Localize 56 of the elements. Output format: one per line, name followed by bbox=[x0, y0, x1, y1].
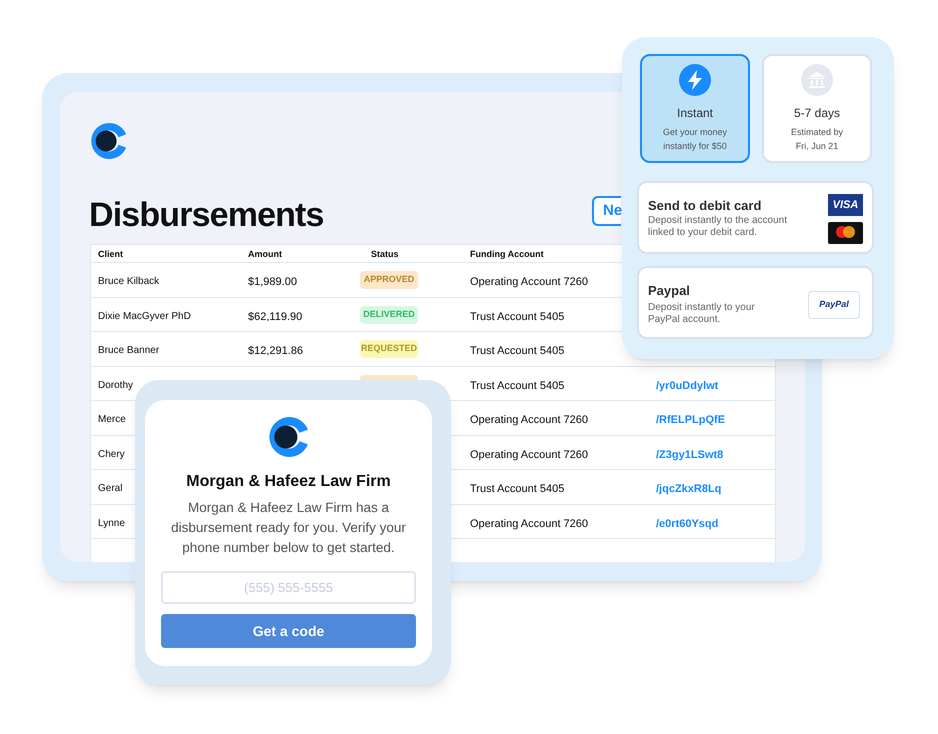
bank-icon bbox=[801, 64, 833, 96]
column-header: Client bbox=[98, 248, 124, 261]
table-cell-text: Geral bbox=[98, 482, 122, 496]
visa-logo: VISA bbox=[828, 194, 863, 216]
table-cell-text: $12,291.86 bbox=[248, 344, 304, 359]
column-header: Funding Account bbox=[470, 248, 544, 261]
table-cell-text: $62,119.90 bbox=[248, 310, 302, 324]
link[interactable]: /yr0uDdylwt bbox=[656, 378, 718, 394]
table-cell-text: Operating Account 7260 bbox=[470, 413, 588, 428]
new-button[interactable]: Ne bbox=[592, 196, 621, 226]
table-cell-text: Bruce Kilback bbox=[98, 275, 160, 289]
table-cell-text: Trust Account 5405 bbox=[470, 344, 564, 359]
method-title: Send to debit card bbox=[648, 197, 762, 215]
table-cell-text: Bruce Banner bbox=[98, 344, 160, 358]
table-cell-text: Dixie MacGyver PhD bbox=[98, 310, 191, 324]
status-badge: DELIVERED bbox=[360, 306, 418, 324]
table-cell-text: Operating Account 7260 bbox=[470, 516, 588, 532]
link[interactable]: /RfELPLpQfE bbox=[656, 412, 726, 428]
speed-option[interactable]: 5-7 days Estimated by Fri, Jun 21 bbox=[762, 54, 872, 163]
page-title: Disbursements bbox=[89, 195, 324, 236]
option-description: Estimated by Fri, Jun 21 bbox=[790, 126, 844, 153]
method-title: Paypal bbox=[648, 282, 690, 300]
get-code-button[interactable]: Get a code bbox=[161, 614, 416, 648]
table-cell-text: Lynne bbox=[98, 516, 125, 530]
link[interactable]: /jqcZkxR8Lq bbox=[656, 481, 722, 498]
option-title: 5-7 days bbox=[794, 105, 840, 122]
phone-field[interactable]: (555) 555-5555 bbox=[161, 571, 416, 604]
table-cell-text: Operating Account 7260 bbox=[470, 275, 588, 290]
table-cell-text: $1,989.00 bbox=[248, 275, 297, 290]
table-cell-text: Trust Account 5405 bbox=[470, 310, 564, 324]
mastercard-icon bbox=[828, 222, 863, 244]
verify-message: Morgan & Hafeez Law Firm has a disbursement ready for you. Verify your phone number below to get started. bbox=[170, 499, 407, 557]
link[interactable]: /Z3gy1LSwt8 bbox=[656, 446, 724, 463]
table-cell-text: Trust Account 5405 bbox=[470, 482, 564, 497]
method-description: Deposit instantly to your PayPal account. bbox=[648, 302, 755, 326]
logo-icon bbox=[268, 416, 310, 458]
status-badge: REQUESTED bbox=[360, 340, 418, 358]
table-cell-text: Chery bbox=[98, 448, 125, 462]
table-cell-text: Trust Account 5405 bbox=[470, 378, 564, 394]
option-title: Instant bbox=[676, 105, 714, 122]
speed-option[interactable]: Instant Get your money instantly for $50 bbox=[640, 54, 750, 163]
status-badge: APPROVED bbox=[360, 271, 418, 289]
paypal-logo: PayPal bbox=[808, 291, 860, 319]
column-header: Status bbox=[371, 248, 399, 261]
lightning-icon bbox=[679, 64, 711, 96]
table-cell-text: Operating Account 7260 bbox=[470, 448, 588, 462]
firm-name: Morgan & Hafeez Law Firm bbox=[186, 472, 391, 492]
payout-method[interactable]: Send to debit card Deposit instantly to the account linked to your debit card. VISA bbox=[637, 181, 874, 254]
table-cell-text: Merce bbox=[98, 413, 126, 427]
option-description: Get your money instantly for $50 bbox=[662, 126, 728, 153]
table-cell-text: Dorothy bbox=[98, 378, 134, 392]
method-description: Deposit instantly to the account linked to your debit card. bbox=[648, 215, 787, 239]
logo-icon bbox=[90, 122, 128, 160]
payout-method[interactable]: Paypal Deposit instantly to your PayPal account. PayPal bbox=[637, 266, 874, 339]
link[interactable]: /e0rt60Ysqd bbox=[656, 516, 718, 532]
column-header: Amount bbox=[248, 248, 282, 261]
